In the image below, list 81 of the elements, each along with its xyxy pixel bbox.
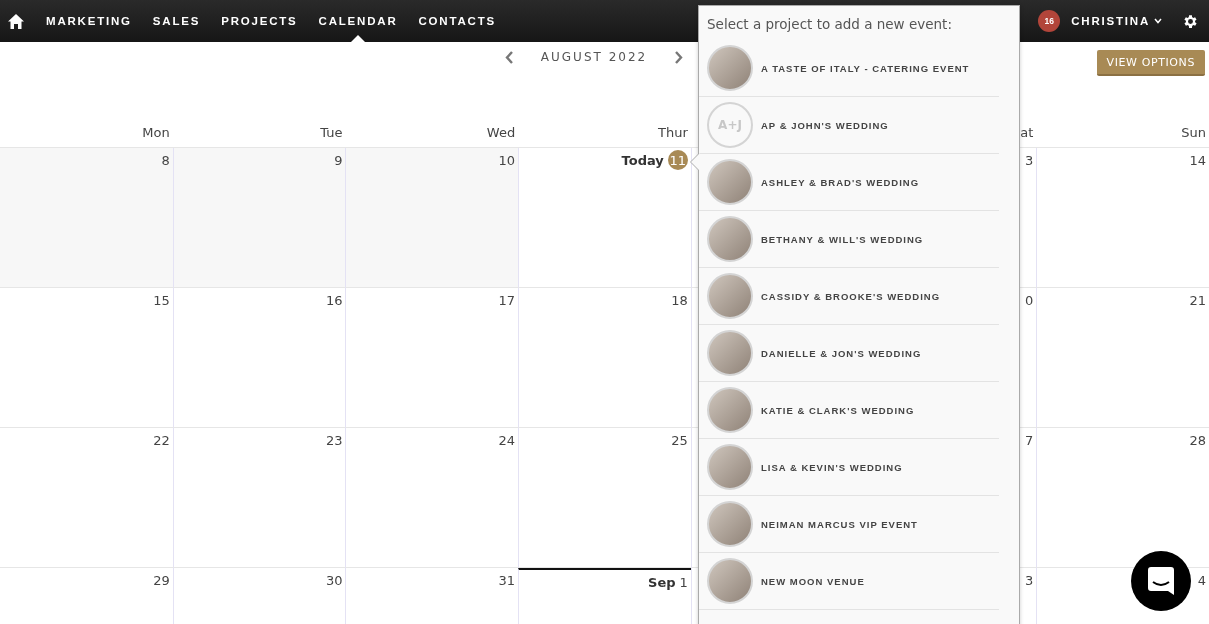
day-cell[interactable]: 28: [1036, 428, 1209, 568]
day-cell[interactable]: 9: [172, 148, 346, 288]
chevron-down-icon: [1154, 18, 1162, 24]
day-number: 29: [153, 573, 170, 588]
chevron-right-icon: [674, 50, 683, 64]
day-cell[interactable]: 16: [172, 288, 346, 428]
next-month-button[interactable]: [674, 50, 683, 64]
day-cell[interactable]: 21: [1036, 288, 1209, 428]
popover-title: Select a project to add a new event:: [706, 15, 953, 34]
project-item[interactable]: ASHLEY & BRAD'S WEDDING: [699, 154, 999, 211]
day-cell[interactable]: 10: [345, 148, 519, 288]
home-button[interactable]: [8, 13, 24, 29]
day-number: 25: [671, 433, 688, 448]
project-item[interactable]: NEIMAN MARCUS VIP EVENT: [699, 496, 999, 553]
weekday-header: at: [1020, 125, 1034, 140]
settings-icon: [1182, 12, 1199, 30]
day-number: 17: [498, 293, 516, 308]
day-number: 3: [1025, 153, 1034, 168]
project-item[interactable]: LISA & KEVIN'S WEDDING: [699, 439, 999, 496]
day-number: 22: [153, 433, 170, 448]
project-item[interactable]: A TASTE OF ITALY - CATERING EVENT: [699, 40, 999, 97]
chat-icon: [1147, 566, 1175, 596]
project-item[interactable]: DANIELLE & JON'S WEDDING: [699, 325, 999, 382]
day-cell[interactable]: 24: [345, 428, 519, 568]
nav-item[interactable]: PROJECTS: [221, 0, 298, 42]
weekday-header: Wed: [486, 125, 516, 140]
day-number: 31: [498, 573, 516, 588]
weekday-header: Tue: [320, 125, 343, 140]
photo-placeholder: [707, 330, 753, 376]
day-number: 8: [161, 153, 170, 168]
day-number: 28: [1189, 433, 1206, 448]
photo-placeholder: [707, 216, 753, 262]
day-number: 15: [153, 293, 170, 308]
user-menu[interactable]: CHRISTINA: [1071, 15, 1162, 27]
day-number: 10: [498, 153, 516, 168]
chevron-left-icon: [505, 50, 514, 64]
nav-item[interactable]: MARKETING: [46, 0, 132, 42]
project-item[interactable]: BETHANY & WILL'S WEDDING: [699, 211, 999, 268]
project-item[interactable]: KATIE & CLARK'S WEDDING: [699, 382, 999, 439]
month-title: AUGUST 2022: [539, 50, 649, 64]
day-number: 16: [325, 293, 343, 308]
nav-item[interactable]: SALES: [152, 0, 201, 42]
day-cell[interactable]: 8: [0, 148, 173, 288]
photo-placeholder: [707, 387, 753, 433]
project-item[interactable]: NEW MOON VENUE: [699, 553, 999, 610]
photo-placeholder: [707, 444, 753, 490]
day-number: Sep 1: [648, 575, 688, 590]
day-cell[interactable]: 25: [518, 428, 691, 568]
day-cell[interactable]: 17: [345, 288, 519, 428]
day-number: 7: [1025, 433, 1034, 448]
nav-item[interactable]: CALENDAR: [318, 0, 398, 42]
day-cell[interactable]: 23: [172, 428, 346, 568]
day-number: 23: [325, 433, 343, 448]
nav-item[interactable]: CONTACTS: [418, 0, 496, 42]
day-number: 9: [334, 153, 343, 168]
day-number: 18: [671, 293, 688, 308]
day-number: 14: [1189, 153, 1206, 168]
day-number: 0: [1025, 293, 1034, 308]
today-date: Today 11: [621, 153, 688, 170]
day-number: 4: [1197, 573, 1206, 588]
day-cell[interactable]: 18: [518, 288, 691, 428]
day-cell[interactable]: Sep 1: [518, 568, 691, 624]
photo-placeholder: [707, 159, 753, 205]
weekday-header: Sun: [1181, 125, 1206, 140]
day-cell[interactable]: 14: [1036, 148, 1209, 288]
day-number: 3: [1025, 573, 1034, 588]
photo-placeholder: [707, 558, 753, 604]
project-item[interactable]: CASSIDY & BROOKE'S WEDDING: [699, 268, 999, 325]
day-cell[interactable]: Today 11: [518, 148, 691, 288]
day-number: 21: [1189, 293, 1206, 308]
weekday-header: Thur: [658, 125, 688, 140]
notification-badge[interactable]: 16: [1038, 10, 1061, 32]
photo-placeholder: [707, 45, 753, 91]
previous-month-button[interactable]: [505, 50, 514, 64]
day-number: 30: [325, 573, 343, 588]
home-icon: [8, 13, 24, 29]
settings-button[interactable]: [1182, 12, 1199, 30]
photo-placeholder: [707, 273, 753, 319]
day-number: 24: [498, 433, 516, 448]
photo-placeholder: [707, 501, 753, 547]
weekday-header: Mon: [142, 125, 170, 140]
